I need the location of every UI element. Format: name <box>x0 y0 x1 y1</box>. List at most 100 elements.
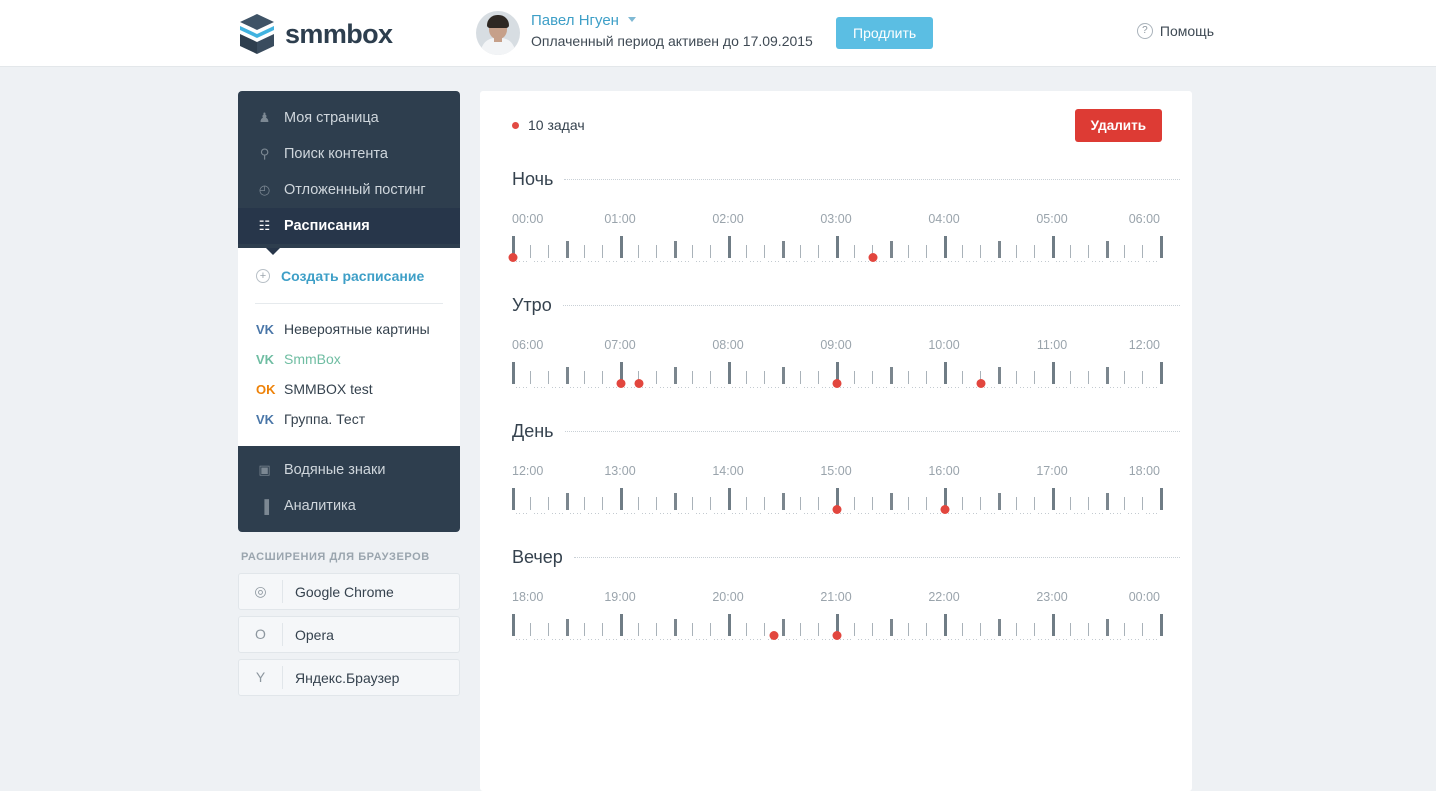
ruler-minor-dot <box>652 261 654 262</box>
ruler-tick <box>908 371 909 384</box>
help-link[interactable]: ? Помощь <box>1136 23 1214 39</box>
time-ruler[interactable]: 12:00 13:00 14:00 15:00 16:00 17:00 18:00 <box>512 464 1163 520</box>
ruler-minor-dot <box>1131 387 1133 388</box>
create-schedule-button[interactable]: + Создать расписание <box>238 262 460 290</box>
ruler-minor-dot <box>1012 639 1014 640</box>
ruler-minor-dot <box>1145 639 1147 640</box>
schedule-panel: 10 задач Удалить Ночь 00:00 01:00 02:00 03:0… <box>480 91 1192 791</box>
ruler-minor-dot <box>900 387 902 388</box>
ruler-minor-dot <box>738 261 740 262</box>
ruler-minor-dot <box>519 387 521 388</box>
task-marker[interactable] <box>634 379 644 388</box>
ruler-minor-dot <box>789 639 791 640</box>
hour-label: 14:00 <box>712 464 744 478</box>
ruler-minor-dot <box>807 639 809 640</box>
ruler-minor-dot <box>882 513 884 514</box>
sidebar-group-label: SMMBOX test <box>284 381 373 397</box>
ruler-minor-dot <box>749 387 751 388</box>
ruler-minor-dot <box>983 261 985 262</box>
ruler-minor-dot <box>1023 513 1025 514</box>
ruler-minor-dot <box>605 387 607 388</box>
extend-subscription-button[interactable]: Продлить <box>836 17 934 49</box>
ruler-tick <box>1088 497 1089 510</box>
sidebar-group-2[interactable]: VK SmmBox <box>238 344 460 374</box>
ruler-minor-dot <box>1001 639 1003 640</box>
ruler-tick <box>854 497 855 510</box>
sidebar-item-1[interactable]: ♟ Моя страница <box>238 100 460 136</box>
task-marker[interactable] <box>769 631 779 640</box>
task-marker[interactable] <box>940 505 950 514</box>
ruler-minor-dot <box>1037 639 1039 640</box>
task-marker[interactable] <box>508 253 518 262</box>
task-dot-icon <box>512 121 519 129</box>
time-ruler[interactable]: 06:00 07:00 08:00 09:00 10:00 11:00 12:00 <box>512 338 1163 394</box>
ruler-ticks <box>508 234 1163 268</box>
ruler-minor-dot <box>641 387 643 388</box>
ruler-minor-dot <box>796 261 798 262</box>
sidebar-item-4[interactable]: ☷ Расписания <box>238 208 460 244</box>
task-marker[interactable] <box>832 631 842 640</box>
avatar[interactable] <box>476 11 520 55</box>
ruler-minor-dot <box>735 639 737 640</box>
smmbox-logo-icon <box>238 13 276 55</box>
sidebar-tool-2[interactable]: ▐ Аналитика <box>238 488 460 524</box>
ruler-tick <box>1052 488 1055 510</box>
extension-item-3[interactable]: Y Яндекс.Браузер <box>238 659 460 696</box>
ruler-minor-dot <box>1084 387 1086 388</box>
ruler-minor-dot <box>1005 513 1007 514</box>
ruler-minor-dot <box>1138 387 1140 388</box>
time-ruler[interactable]: 18:00 19:00 20:00 21:00 22:00 23:00 00:00 <box>512 590 1163 646</box>
ruler-minor-dot <box>868 513 870 514</box>
ruler-tick <box>602 623 603 636</box>
task-marker[interactable] <box>616 379 626 388</box>
task-marker[interactable] <box>832 505 842 514</box>
ruler-minor-dot <box>875 513 877 514</box>
task-marker[interactable] <box>832 379 842 388</box>
ruler-tick <box>692 245 693 258</box>
ruler-minor-dot <box>1048 387 1050 388</box>
ruler-minor-dot <box>659 513 661 514</box>
ruler-minor-dot <box>875 387 877 388</box>
ruler-minor-dot <box>1152 387 1154 388</box>
task-marker[interactable] <box>976 379 986 388</box>
sidebar-group-1[interactable]: VK Невероятные картины <box>238 314 460 344</box>
brand-logo[interactable]: smmbox <box>238 13 393 55</box>
user-icon: ♟ <box>258 110 271 125</box>
ruler-minor-dot <box>1091 639 1093 640</box>
extension-item-1[interactable]: ◎ Google Chrome <box>238 573 460 610</box>
ruler-minor-dot <box>526 387 528 388</box>
ruler-tick <box>620 236 623 258</box>
ruler-minor-dot <box>641 513 643 514</box>
sidebar-group-4[interactable]: VK Группа. Тест <box>238 404 460 434</box>
ruler-minor-dot <box>598 513 600 514</box>
sidebar-group-3[interactable]: OK SMMBOX test <box>238 374 460 404</box>
sidebar-item-3[interactable]: ◴ Отложенный постинг <box>238 172 460 208</box>
ruler-minor-dot <box>1044 261 1046 262</box>
ruler-minor-dot <box>1059 387 1061 388</box>
ruler-minor-dot <box>828 639 830 640</box>
ruler-minor-dot <box>850 261 852 262</box>
user-menu-trigger[interactable]: Павел Нгуен <box>531 12 813 30</box>
ruler-minor-dot <box>940 261 942 262</box>
ruler-minor-dot <box>839 387 841 388</box>
time-ruler[interactable]: 00:00 01:00 02:00 03:00 04:00 05:00 06:00 <box>508 212 1163 268</box>
ruler-minor-dot <box>767 261 769 262</box>
task-marker[interactable] <box>868 253 878 262</box>
extension-item-2[interactable]: O Opera <box>238 616 460 653</box>
user-name[interactable]: Павел Нгуен <box>531 12 619 29</box>
ruler-minor-dot <box>724 513 726 514</box>
sidebar-tool-1[interactable]: ▣ Водяные знаки <box>238 452 460 488</box>
ruler-tick <box>1052 614 1055 636</box>
ruler-minor-dot <box>731 387 733 388</box>
sidebar-item-2[interactable]: ⚲ Поиск контента <box>238 136 460 172</box>
ruler-minor-dot <box>994 513 996 514</box>
ruler-minor-dot <box>1109 513 1111 514</box>
ruler-minor-dot <box>1131 513 1133 514</box>
ruler-tick <box>1034 371 1035 384</box>
ruler-minor-dot <box>983 387 985 388</box>
chevron-down-icon[interactable] <box>628 17 637 22</box>
delete-button[interactable]: Удалить <box>1074 109 1162 142</box>
ruler-minor-dot <box>810 261 812 262</box>
ruler-minor-dot <box>1044 513 1046 514</box>
ruler-minor-dot <box>526 639 528 640</box>
